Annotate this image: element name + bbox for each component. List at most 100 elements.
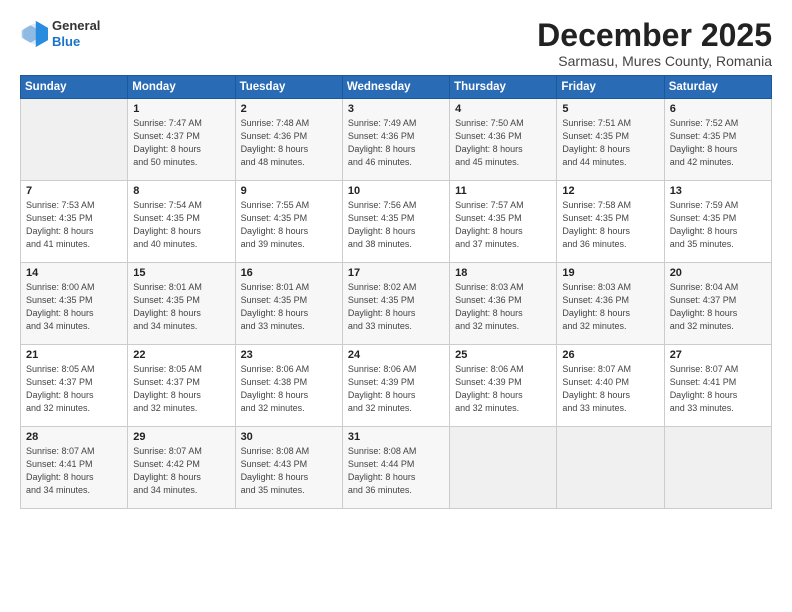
calendar-cell: 22Sunrise: 8:05 AM Sunset: 4:37 PM Dayli… — [128, 345, 235, 427]
day-content: Sunrise: 8:01 AM Sunset: 4:35 PM Dayligh… — [133, 281, 229, 333]
calendar-cell: 24 Sunrise: 8:06 AM Sunset: 4:39 PM Dayli… — [342, 345, 449, 427]
day-content: Sunrise: 7:48 AM Sunset: 4:36 PM Dayligh… — [241, 117, 337, 169]
day-content: Sunrise: 8:06 AM Sunset: 4:39 PM Dayligh… — [455, 363, 551, 415]
day-number: 18 — [455, 267, 551, 279]
day-content: Sunrise: 7:51 AM Sunset: 4:35 PM Dayligh… — [562, 117, 658, 169]
calendar-cell: 11Sunrise: 7:57 AM Sunset: 4:35 PM Dayli… — [450, 181, 557, 263]
calendar-cell: 27 Sunrise: 8:07 AM Sunset: 4:41 PM Dayli… — [664, 345, 771, 427]
day-content: Sunrise: 7:58 AM Sunset: 4:35 PM Dayligh… — [562, 199, 658, 251]
calendar-week-row: 21 Sunrise: 8:05 AM Sunset: 4:37 PM Dayli… — [21, 345, 772, 427]
day-content: Sunrise: 7:56 AM Sunset: 4:35 PM Dayligh… — [348, 199, 444, 251]
day-content: Sunrise: 8:08 AM Sunset: 4:44 PM Dayligh… — [348, 445, 444, 497]
day-content: Sunrise: 8:07 AM Sunset: 4:41 PM Dayligh… — [670, 363, 766, 415]
day-content: Sunrise: 7:49 AM Sunset: 4:36 PM Dayligh… — [348, 117, 444, 169]
header-day: Sunday — [21, 76, 128, 99]
title-block: December 2025 Sarmasu, Mures County, Rom… — [537, 18, 772, 69]
calendar-cell — [450, 427, 557, 509]
calendar-cell: 25 Sunrise: 8:06 AM Sunset: 4:39 PM Dayli… — [450, 345, 557, 427]
header-day: Thursday — [450, 76, 557, 99]
calendar-cell: 16 Sunrise: 8:01 AM Sunset: 4:35 PM Dayli… — [235, 263, 342, 345]
calendar-cell: 15 Sunrise: 8:01 AM Sunset: 4:35 PM Dayli… — [128, 263, 235, 345]
day-content: Sunrise: 7:59 AM Sunset: 4:35 PM Dayligh… — [670, 199, 766, 251]
calendar-cell: 29 Sunrise: 8:07 AM Sunset: 4:42 PM Dayli… — [128, 427, 235, 509]
calendar-cell: 1Sunrise: 7:47 AM Sunset: 4:37 PM Daylig… — [128, 99, 235, 181]
logo-icon — [20, 20, 48, 48]
day-number: 2 — [241, 103, 337, 115]
day-content: Sunrise: 8:02 AM Sunset: 4:35 PM Dayligh… — [348, 281, 444, 333]
calendar-cell: 21 Sunrise: 8:05 AM Sunset: 4:37 PM Dayli… — [21, 345, 128, 427]
day-content: Sunrise: 7:53 AM Sunset: 4:35 PM Dayligh… — [26, 199, 122, 251]
day-content: Sunrise: 8:03 AM Sunset: 4:36 PM Dayligh… — [562, 281, 658, 333]
calendar-week-row: 1Sunrise: 7:47 AM Sunset: 4:37 PM Daylig… — [21, 99, 772, 181]
calendar-cell: 23 Sunrise: 8:06 AM Sunset: 4:38 PM Dayli… — [235, 345, 342, 427]
day-number: 27 — [670, 349, 766, 361]
header-day: Saturday — [664, 76, 771, 99]
day-content: Sunrise: 8:06 AM Sunset: 4:39 PM Dayligh… — [348, 363, 444, 415]
logo-text: General Blue — [52, 18, 100, 49]
calendar-week-row: 7 Sunrise: 7:53 AM Sunset: 4:35 PM Daylig… — [21, 181, 772, 263]
day-number: 24 — [348, 349, 444, 361]
calendar-cell: 12 Sunrise: 7:58 AM Sunset: 4:35 PM Dayli… — [557, 181, 664, 263]
day-number: 16 — [241, 267, 337, 279]
header: General Blue December 2025 Sarmasu, Mure… — [20, 18, 772, 69]
calendar-cell: 31 Sunrise: 8:08 AM Sunset: 4:44 PM Dayli… — [342, 427, 449, 509]
day-number: 29 — [133, 431, 229, 443]
calendar-cell: 7 Sunrise: 7:53 AM Sunset: 4:35 PM Daylig… — [21, 181, 128, 263]
day-number: 19 — [562, 267, 658, 279]
day-number: 20 — [670, 267, 766, 279]
day-number: 6 — [670, 103, 766, 115]
header-day: Tuesday — [235, 76, 342, 99]
day-content: Sunrise: 8:00 AM Sunset: 4:35 PM Dayligh… — [26, 281, 122, 333]
day-content: Sunrise: 7:52 AM Sunset: 4:35 PM Dayligh… — [670, 117, 766, 169]
day-number: 12 — [562, 185, 658, 197]
header-day: Wednesday — [342, 76, 449, 99]
day-number: 30 — [241, 431, 337, 443]
calendar-cell — [557, 427, 664, 509]
calendar-cell: 14Sunrise: 8:00 AM Sunset: 4:35 PM Dayli… — [21, 263, 128, 345]
day-content: Sunrise: 7:54 AM Sunset: 4:35 PM Dayligh… — [133, 199, 229, 251]
day-content: Sunrise: 8:06 AM Sunset: 4:38 PM Dayligh… — [241, 363, 337, 415]
month-title: December 2025 — [537, 18, 772, 53]
day-content: Sunrise: 8:07 AM Sunset: 4:42 PM Dayligh… — [133, 445, 229, 497]
calendar-cell: 5Sunrise: 7:51 AM Sunset: 4:35 PM Daylig… — [557, 99, 664, 181]
day-number: 23 — [241, 349, 337, 361]
day-number: 10 — [348, 185, 444, 197]
day-number: 11 — [455, 185, 551, 197]
day-number: 8 — [133, 185, 229, 197]
day-number: 31 — [348, 431, 444, 443]
day-number: 9 — [241, 185, 337, 197]
calendar-cell: 6 Sunrise: 7:52 AM Sunset: 4:35 PM Daylig… — [664, 99, 771, 181]
header-row: SundayMondayTuesdayWednesdayThursdayFrid… — [21, 76, 772, 99]
calendar-cell: 3 Sunrise: 7:49 AM Sunset: 4:36 PM Daylig… — [342, 99, 449, 181]
day-number: 26 — [562, 349, 658, 361]
calendar-cell: 26Sunrise: 8:07 AM Sunset: 4:40 PM Dayli… — [557, 345, 664, 427]
day-number: 1 — [133, 103, 229, 115]
day-number: 15 — [133, 267, 229, 279]
day-number: 28 — [26, 431, 122, 443]
day-content: Sunrise: 8:04 AM Sunset: 4:37 PM Dayligh… — [670, 281, 766, 333]
day-content: Sunrise: 8:05 AM Sunset: 4:37 PM Dayligh… — [26, 363, 122, 415]
day-number: 22 — [133, 349, 229, 361]
calendar-cell: 17Sunrise: 8:02 AM Sunset: 4:35 PM Dayli… — [342, 263, 449, 345]
day-content: Sunrise: 8:03 AM Sunset: 4:36 PM Dayligh… — [455, 281, 551, 333]
day-number: 7 — [26, 185, 122, 197]
day-content: Sunrise: 7:50 AM Sunset: 4:36 PM Dayligh… — [455, 117, 551, 169]
day-number: 3 — [348, 103, 444, 115]
day-content: Sunrise: 8:01 AM Sunset: 4:35 PM Dayligh… — [241, 281, 337, 333]
calendar-cell: 19 Sunrise: 8:03 AM Sunset: 4:36 PM Dayli… — [557, 263, 664, 345]
day-content: Sunrise: 7:55 AM Sunset: 4:35 PM Dayligh… — [241, 199, 337, 251]
calendar-week-row: 28 Sunrise: 8:07 AM Sunset: 4:41 PM Dayli… — [21, 427, 772, 509]
calendar-cell: 2 Sunrise: 7:48 AM Sunset: 4:36 PM Daylig… — [235, 99, 342, 181]
calendar-cell: 13 Sunrise: 7:59 AM Sunset: 4:35 PM Dayli… — [664, 181, 771, 263]
calendar-table: SundayMondayTuesdayWednesdayThursdayFrid… — [20, 75, 772, 509]
day-number: 25 — [455, 349, 551, 361]
day-number: 21 — [26, 349, 122, 361]
day-content: Sunrise: 8:08 AM Sunset: 4:43 PM Dayligh… — [241, 445, 337, 497]
calendar-cell: 18 Sunrise: 8:03 AM Sunset: 4:36 PM Dayli… — [450, 263, 557, 345]
calendar-cell: 30 Sunrise: 8:08 AM Sunset: 4:43 PM Dayli… — [235, 427, 342, 509]
day-number: 13 — [670, 185, 766, 197]
header-day: Monday — [128, 76, 235, 99]
calendar-cell: 4Sunrise: 7:50 AM Sunset: 4:36 PM Daylig… — [450, 99, 557, 181]
calendar-cell — [21, 99, 128, 181]
day-content: Sunrise: 8:07 AM Sunset: 4:41 PM Dayligh… — [26, 445, 122, 497]
